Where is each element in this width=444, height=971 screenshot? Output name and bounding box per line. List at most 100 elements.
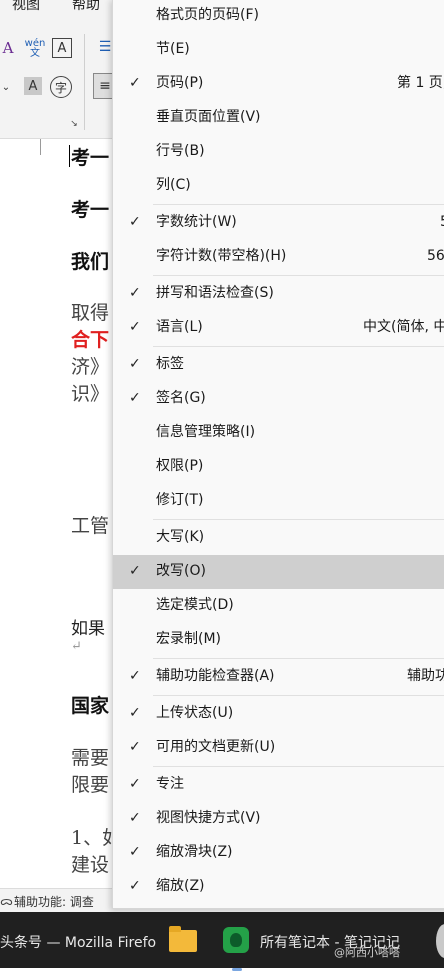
menu-item-label: 字符计数(带空格)(H) — [156, 248, 287, 264]
doc-line: 建设 — [71, 854, 110, 876]
doc-line: 考一 — [71, 147, 110, 169]
check-icon: ✓ — [129, 75, 141, 91]
menu-item-selection-mode[interactable]: 选定模式(D) — [113, 589, 444, 623]
doc-line: 识》 — [71, 383, 110, 405]
character-border-icon[interactable]: A — [52, 38, 72, 58]
menu-separator — [153, 766, 444, 767]
watermark-text: @阿西小嗒嗒 — [334, 946, 400, 959]
menu-item-value: 第 1 页, — [397, 75, 444, 91]
menu-item-zoom-slider[interactable]: ✓ 缩放滑块(Z) — [113, 836, 444, 870]
menu-item-label: 大写(K) — [156, 529, 205, 545]
doc-line: 取得 — [71, 302, 110, 324]
doc-line: 我们 — [71, 251, 110, 273]
check-icon: ✓ — [129, 810, 141, 826]
chevron-down-icon[interactable]: ⌄ — [0, 80, 12, 94]
font-dialog-launcher-icon[interactable]: ↘ — [68, 118, 80, 130]
menu-item-macro-recording[interactable]: 宏录制(M) — [113, 623, 444, 657]
menu-item-signatures[interactable]: ✓ 签名(G) — [113, 382, 444, 416]
menu-item-label: 节(E) — [156, 41, 190, 57]
evernote-icon — [223, 927, 249, 953]
menu-item-label: 语言(L) — [156, 319, 203, 335]
menu-item-label: 缩放滑块(Z) — [156, 844, 233, 860]
menu-item-focus[interactable]: ✓ 专注 — [113, 768, 444, 802]
doc-line: 济》 — [71, 356, 110, 378]
menu-item-label: 专注 — [156, 776, 184, 792]
menu-item-value: 5 — [440, 214, 444, 231]
menu-item-accessibility-checker[interactable]: ✓ 辅助功能检查器(A) 辅助功 — [113, 660, 444, 694]
taskbar: 头条号 — Mozilla Firefo 所有笔记本 - 笔记记记 @阿西小嗒嗒 — [0, 912, 444, 971]
menu-item-permissions[interactable]: 权限(P) — [113, 450, 444, 484]
check-icon: ✓ — [129, 739, 141, 755]
check-icon: ✓ — [129, 844, 141, 860]
text-effects-icon[interactable]: A — [0, 38, 16, 58]
avatar[interactable] — [436, 924, 444, 958]
menu-item-view-shortcuts[interactable]: ✓ 视图快捷方式(V) — [113, 802, 444, 836]
check-icon: ✓ — [129, 878, 141, 894]
menu-item-section[interactable]: 节(E) — [113, 33, 444, 67]
menu-item-document-updates[interactable]: ✓ 可用的文档更新(U) — [113, 731, 444, 765]
menu-item-language[interactable]: ✓ 语言(L) 中文(简体, 中 — [113, 311, 444, 345]
menu-item-zoom[interactable]: ✓ 缩放(Z) — [113, 870, 444, 904]
phonetic-guide-button[interactable]: wén 文 — [22, 36, 48, 62]
menu-item-label: 可用的文档更新(U) — [156, 739, 276, 755]
check-icon: ✓ — [129, 356, 141, 372]
menu-item-labels[interactable]: ✓ 标签 — [113, 348, 444, 382]
accessibility-icon[interactable]: ᯅ — [0, 892, 13, 909]
menu-separator — [153, 658, 444, 659]
menu-item-label: 选定模式(D) — [156, 597, 234, 613]
menu-item-info-policy[interactable]: 信息管理策略(I) — [113, 416, 444, 450]
menu-item-label: 权限(P) — [156, 458, 204, 474]
check-icon: ✓ — [129, 214, 141, 230]
menu-item-track-changes[interactable]: 修订(T) — [113, 484, 444, 518]
menu-item-label: 修订(T) — [156, 492, 204, 508]
menu-item-vertical-position[interactable]: 垂直页面位置(V) — [113, 101, 444, 135]
menu-item-label: 视图快捷方式(V) — [156, 810, 261, 826]
menu-item-word-count[interactable]: ✓ 字数统计(W) 5 — [113, 206, 444, 240]
menu-item-upload-status[interactable]: ✓ 上传状态(U) — [113, 697, 444, 731]
menu-item-value: 辅助功 — [407, 668, 444, 684]
doc-line: 工管 — [71, 515, 110, 537]
menu-item-overtype[interactable]: ✓ 改写(O) — [113, 555, 444, 589]
notes-app-button[interactable] — [220, 924, 252, 971]
check-icon: ✓ — [129, 390, 141, 406]
menu-item-label: 上传状态(U) — [156, 705, 234, 721]
menu-item-spelling-grammar[interactable]: ✓ 拼写和语法检查(S) — [113, 277, 444, 311]
doc-line: 国家 — [71, 695, 110, 717]
margin-marker — [40, 139, 41, 155]
menu-item-formatted-page-number[interactable]: 格式页的页码(F) — [113, 0, 444, 33]
ribbon-divider — [84, 34, 85, 130]
doc-line: 限要 — [71, 774, 110, 796]
menu-item-character-count[interactable]: 字符计数(带空格)(H) 56 — [113, 240, 444, 274]
menu-item-label: 签名(G) — [156, 390, 206, 406]
menu-separator — [153, 519, 444, 520]
menu-item-label: 标签 — [156, 356, 184, 372]
menu-item-label: 改写(O) — [156, 563, 206, 579]
statusbar-context-menu: 格式页的页码(F) 节(E) ✓ 页码(P) 第 1 页, 垂直页面位置(V) 行号… — [112, 0, 444, 909]
tab-help[interactable]: 帮助 — [72, 0, 100, 14]
menu-item-column[interactable]: 列(C) — [113, 169, 444, 203]
folder-icon — [169, 926, 197, 952]
check-icon: ✓ — [129, 668, 141, 684]
menu-item-label: 宏录制(M) — [156, 631, 222, 647]
menu-item-label: 页码(P) — [156, 75, 204, 91]
menu-item-page-number[interactable]: ✓ 页码(P) 第 1 页, — [113, 67, 444, 101]
tab-view[interactable]: 视图 — [12, 0, 40, 14]
menu-separator — [153, 346, 444, 347]
taskbar-firefox-window[interactable]: 头条号 — Mozilla Firefo — [0, 932, 156, 952]
accessibility-status[interactable]: 辅助功能: 调查 — [14, 893, 94, 910]
enclosed-character-icon[interactable]: 字 — [50, 76, 72, 98]
menu-item-label: 垂直页面位置(V) — [156, 109, 261, 125]
check-icon: ✓ — [129, 563, 141, 579]
doc-line: 合下 — [71, 329, 110, 351]
menu-item-caps-lock[interactable]: 大写(K) — [113, 521, 444, 555]
character-shading-icon[interactable]: A — [24, 77, 42, 95]
menu-separator — [153, 204, 444, 205]
menu-item-line-number[interactable]: 行号(B) — [113, 135, 444, 169]
menu-separator — [153, 275, 444, 276]
doc-line: 考一 — [71, 199, 110, 221]
menu-item-label: 缩放(Z) — [156, 878, 205, 894]
menu-item-label: 列(C) — [156, 177, 191, 193]
menu-separator — [153, 695, 444, 696]
menu-item-label: 行号(B) — [156, 143, 205, 159]
file-explorer-button[interactable] — [166, 924, 200, 958]
